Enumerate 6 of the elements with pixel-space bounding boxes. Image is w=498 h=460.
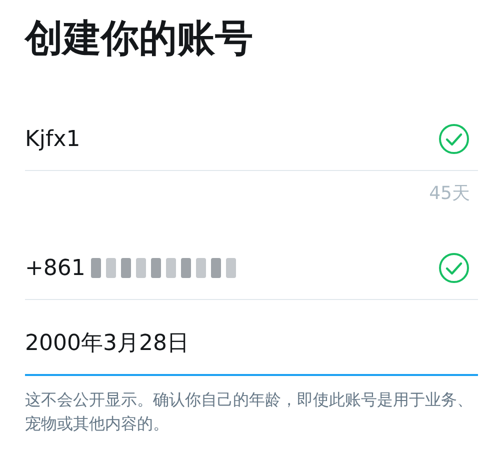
helper-text: 这不会公开显示。确认你自己的年龄，即使此账号是用于业务、宠物或其他内容的。	[25, 389, 474, 435]
input-field[interactable]: 2000年3月28日	[25, 312, 478, 376]
input-field[interactable]: Kjfx1	[25, 108, 478, 171]
input-field[interactable]: +861	[25, 237, 478, 300]
page-title: 创建你的账号	[25, 15, 254, 62]
character-counter: 45天	[429, 182, 470, 205]
